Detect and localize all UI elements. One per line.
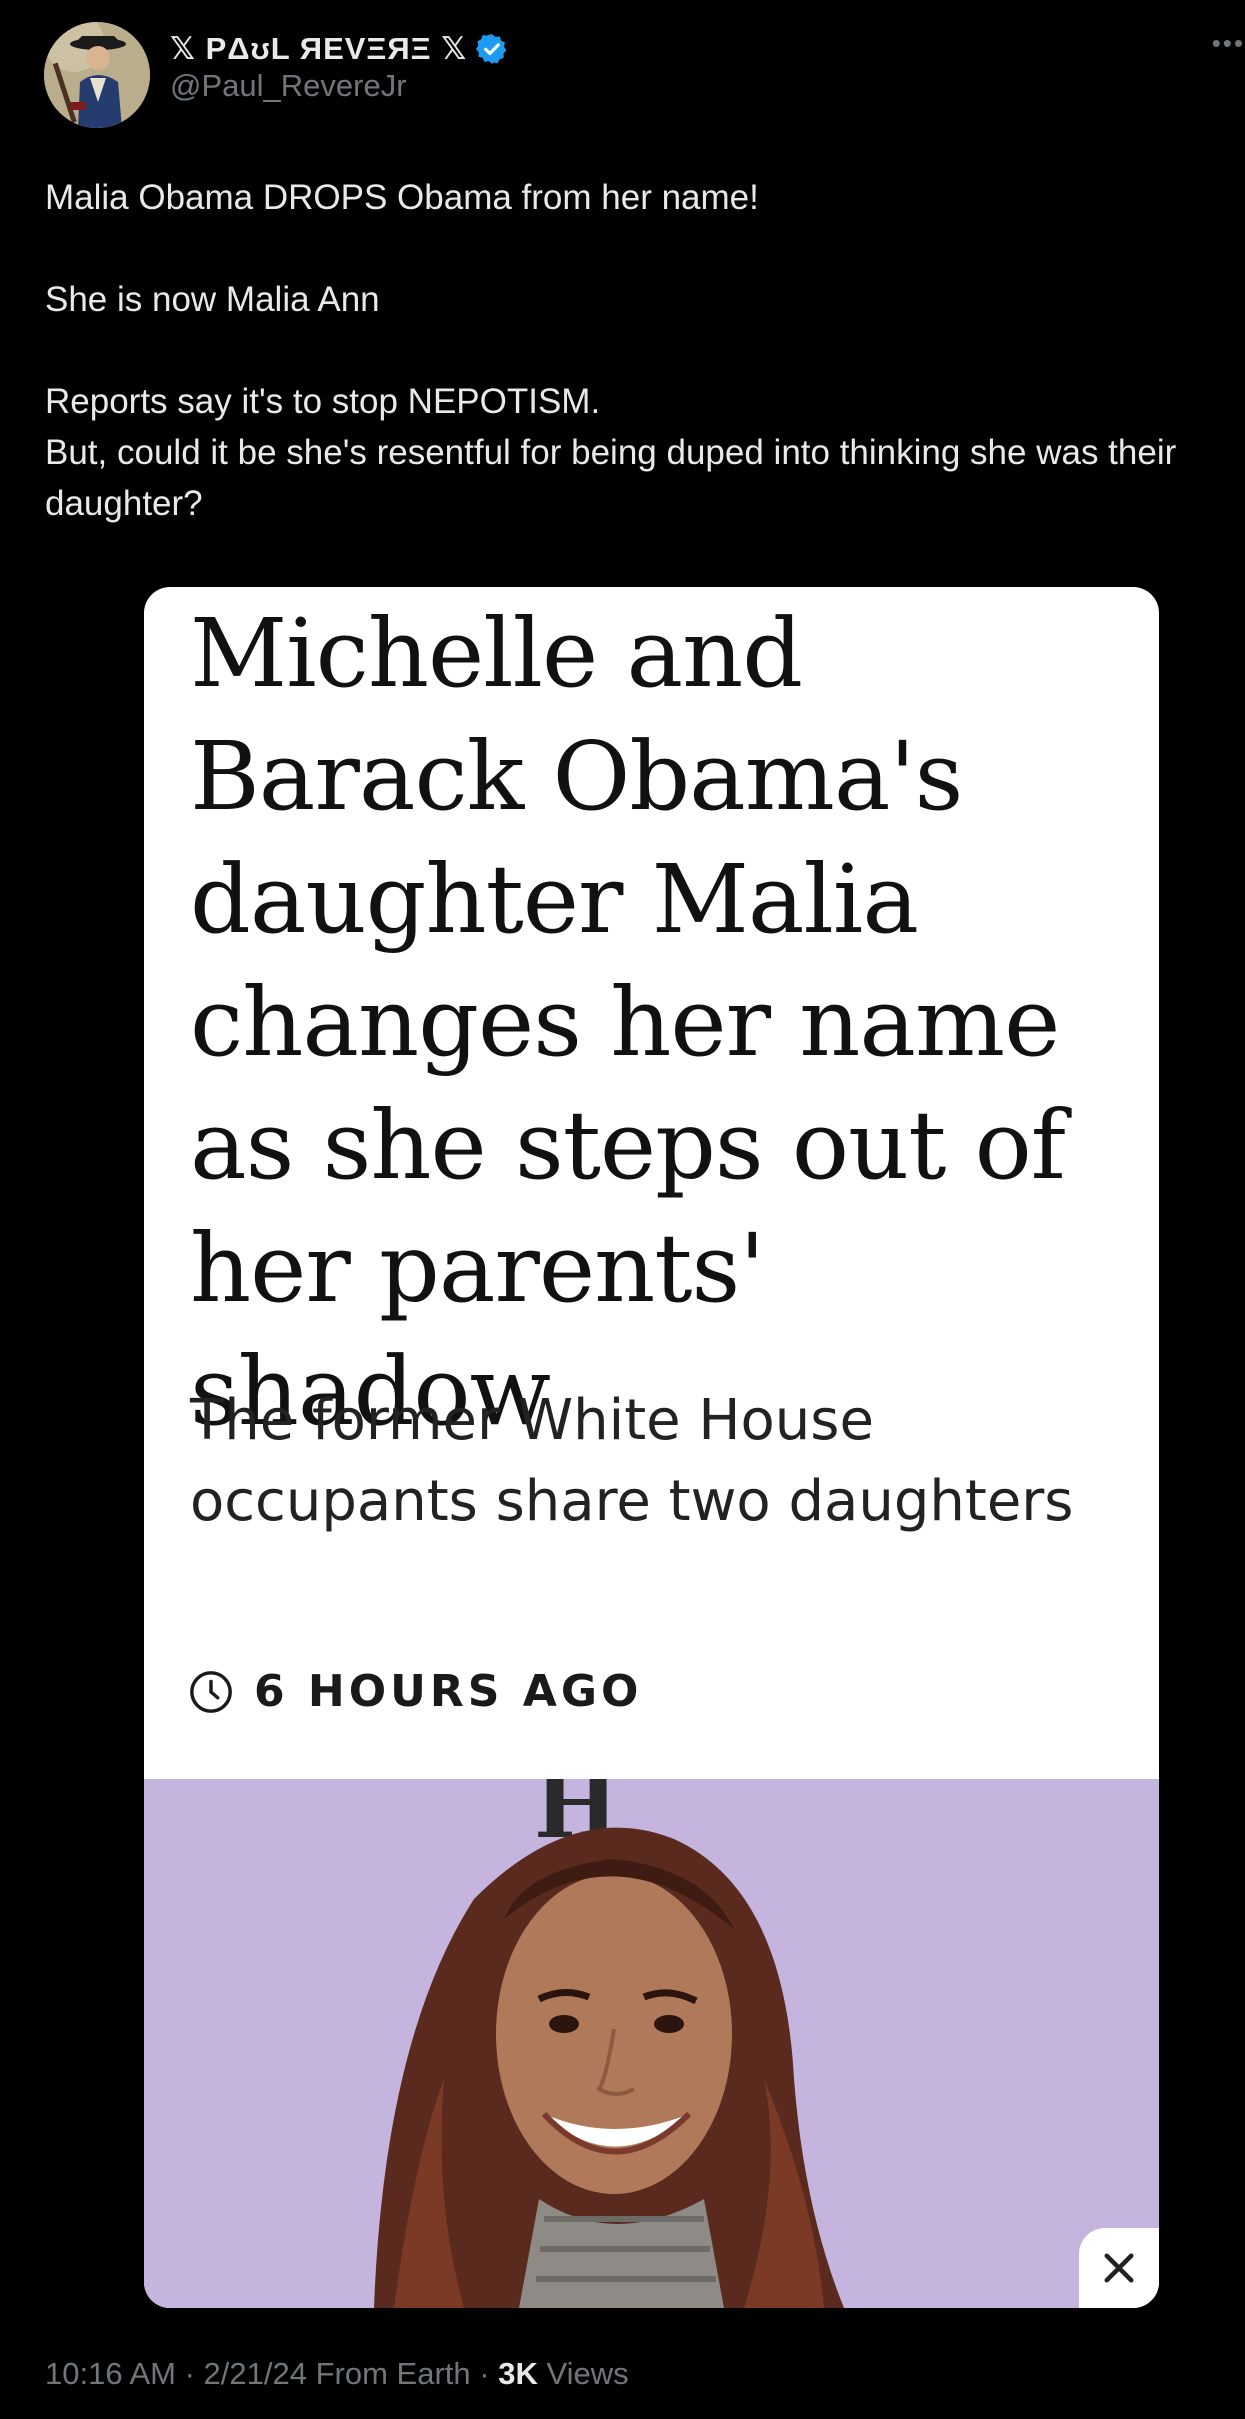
display-name-text: 𝕏 PΔʊL ЯEVΞЯΞ 𝕏	[170, 31, 468, 66]
close-icon	[1104, 2253, 1134, 2283]
tweet-date[interactable]: 2/21/24	[204, 2356, 307, 2392]
tweet-line: Reports say it's to stop NEPOTISM.	[45, 382, 601, 421]
views-label: Views	[546, 2356, 629, 2391]
tweet-meta: 10:16 AM · 2/21/24 From Earth · 3K Views	[45, 2356, 629, 2392]
meta-separator-space	[538, 2356, 547, 2392]
close-button[interactable]	[1079, 2228, 1159, 2308]
article-photo[interactable]: H	[144, 1779, 1159, 2308]
media-card[interactable]: Michelle and Barack Obama's daughter Mal…	[144, 587, 1159, 2308]
display-name[interactable]: 𝕏 PΔʊL ЯEVΞЯΞ 𝕏	[170, 26, 509, 72]
avatar[interactable]	[44, 22, 150, 128]
tweet-line: She is now Malia Ann	[45, 280, 380, 319]
article-timestamp: 6 HOURS AGO	[188, 1666, 642, 1717]
tweet-text: Malia Obama DROPS Obama from her name! S…	[45, 172, 1210, 529]
time-ago-label: 6 HOURS AGO	[254, 1666, 643, 1717]
tweet-line: Malia Obama DROPS Obama from her name!	[45, 178, 759, 217]
views-count[interactable]: 3K	[498, 2356, 538, 2392]
verified-badge-icon	[476, 34, 507, 64]
clock-icon	[190, 1670, 232, 1713]
colonial-soldier-avatar-icon	[44, 22, 150, 128]
tweet-source: From Earth	[315, 2356, 471, 2391]
portrait-image: H	[144, 1779, 1159, 2308]
tweet-line: But, could it be she's resentful for bei…	[45, 433, 1177, 523]
meta-separator-space	[307, 2356, 316, 2392]
handle[interactable]: @Paul_RevereJr	[170, 68, 407, 104]
article-subhead: The former White House occupants share t…	[190, 1388, 1074, 1534]
meta-separator: ·	[175, 2356, 204, 2391]
article-headline: Michelle and Barack Obama's daughter Mal…	[190, 599, 1066, 1447]
meta-separator: ·	[470, 2356, 499, 2391]
more-options-icon[interactable]: •••	[1205, 28, 1245, 64]
tweet-time[interactable]: 10:16 AM	[45, 2356, 176, 2392]
